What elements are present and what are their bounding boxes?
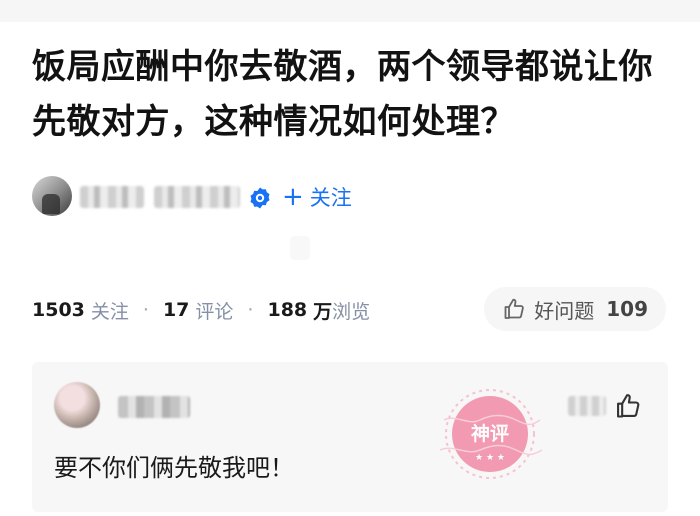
views-count: 188 (267, 299, 308, 321)
commenter-avatar[interactable] (54, 382, 100, 428)
follow-label: 关注 (309, 186, 352, 210)
good-question-count: 109 (606, 297, 648, 321)
commenter-name-blurred[interactable] (118, 396, 190, 418)
followers-count: 1503 (32, 299, 85, 321)
stats-separator: · (247, 299, 254, 321)
verified-badge-icon (250, 187, 270, 209)
followers-label[interactable]: 关注 (91, 297, 129, 324)
featured-comment-stamp: 神评 ★ ★ ★ (439, 389, 543, 479)
decorative-mark (290, 236, 310, 260)
comments-label[interactable]: 评论 (195, 297, 233, 324)
views-unit: 万 (313, 300, 333, 323)
plus-icon: + (282, 182, 304, 212)
stamp-text: 神评 (471, 422, 509, 445)
author-headline-blurred (154, 186, 240, 208)
author-avatar[interactable] (32, 176, 72, 216)
svg-text:★ ★ ★: ★ ★ ★ (475, 453, 505, 463)
comment-like-count-blurred (568, 396, 606, 416)
author-row: + 关注 (32, 176, 672, 220)
views-label: 浏览 (332, 300, 371, 323)
follow-button[interactable]: + 关注 (282, 180, 352, 214)
thumb-up-icon (504, 298, 525, 319)
hot-comment-card[interactable]: 神评 ★ ★ ★ 要不你们俩先敬我吧！ (32, 362, 668, 512)
comments-count: 17 (162, 299, 190, 321)
stats-separator: · (142, 299, 149, 321)
top-strip (0, 0, 700, 22)
author-name-blurred[interactable] (80, 186, 144, 208)
question-title: 饭局应酬中你去敬酒，两个领导都说让你先敬对方，这种情况如何处理？ (32, 47, 653, 142)
thumb-up-icon[interactable] (614, 392, 642, 420)
good-question-label: 好问题 (534, 298, 595, 323)
comment-text: 要不你们俩先敬我吧！ (54, 454, 294, 482)
good-question-button[interactable]: 好问题 109 (484, 287, 666, 331)
